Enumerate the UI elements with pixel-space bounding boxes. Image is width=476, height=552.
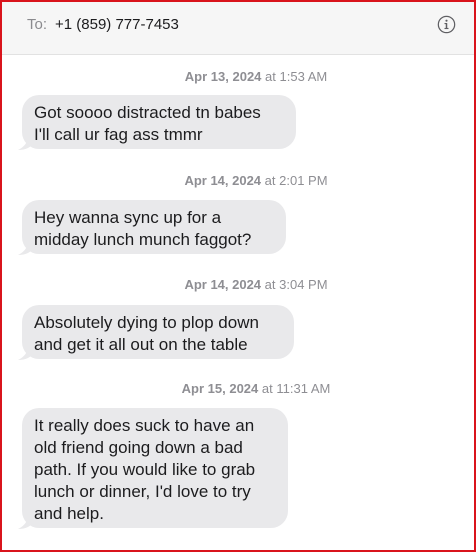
timestamp-at: at: [265, 69, 276, 84]
received-message-bubble[interactable]: Hey wanna sync up for a midday lunch mun…: [22, 200, 286, 254]
info-circle-icon[interactable]: [437, 15, 456, 34]
message-timestamp: Apr 13, 2024 at 1:53 AM: [2, 69, 474, 84]
timestamp-date: Apr 14, 2024: [184, 277, 262, 292]
timestamp-date: Apr 14, 2024: [184, 173, 262, 188]
timestamp-time: 11:31 AM: [276, 381, 331, 396]
conversation-header: To: +1 (859) 777-7453: [2, 2, 474, 55]
timestamp-time: 1:53 AM: [279, 69, 328, 84]
message-timestamp: Apr 14, 2024 at 2:01 PM: [2, 173, 474, 188]
message-timestamp: Apr 15, 2024 at 11:31 AM: [2, 381, 474, 396]
timestamp-at: at: [264, 277, 276, 292]
received-message-bubble[interactable]: It really does suck to have an old frien…: [22, 408, 288, 528]
timestamp-at: at: [261, 381, 273, 396]
message-timestamp: Apr 14, 2024 at 3:04 PM: [2, 277, 474, 292]
timestamp-at: at: [264, 173, 276, 188]
to-label: To:: [27, 16, 48, 33]
conversation-window: To: +1 (859) 777-7453 Apr 13, 2024 at 1:…: [0, 0, 476, 552]
timestamp-time: 2:01 PM: [279, 173, 328, 188]
received-message-bubble[interactable]: Got soooo distracted tn babes I'll call …: [22, 95, 296, 149]
received-message-bubble[interactable]: Absolutely dying to plop down and get it…: [22, 305, 294, 359]
timestamp-time: 3:04 PM: [279, 277, 328, 292]
message-thread: Apr 13, 2024 at 1:53 AM Got soooo distra…: [2, 55, 474, 550]
timestamp-date: Apr 15, 2024: [181, 381, 259, 396]
recipient-field[interactable]: +1 (859) 777-7453: [55, 16, 179, 33]
timestamp-date: Apr 13, 2024: [184, 69, 262, 84]
